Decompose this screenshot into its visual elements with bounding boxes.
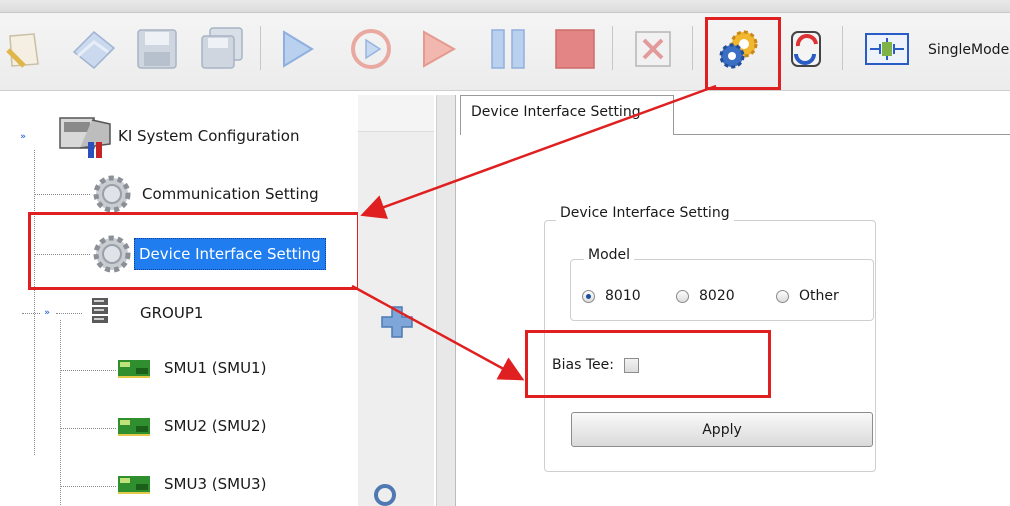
tree-line xyxy=(34,150,35,455)
gear-icon xyxy=(93,175,131,213)
expand-icon[interactable]: » xyxy=(16,130,30,144)
tree-item-smu1[interactable]: SMU1 (SMU1) xyxy=(116,356,266,380)
toolbar: SingleMode xyxy=(0,0,1010,91)
groupbox-title: Device Interface Setting xyxy=(556,205,734,221)
radio-selected-indicator[interactable] xyxy=(582,289,595,303)
tree-item-label: SMU2 (SMU2) xyxy=(164,417,267,435)
toolbar-separator xyxy=(692,26,693,70)
smu-board-icon xyxy=(118,418,150,436)
server-stack-icon xyxy=(92,298,108,323)
save-icon[interactable] xyxy=(132,24,182,74)
smu-board-icon xyxy=(118,360,150,378)
toolbar-separator xyxy=(842,26,843,70)
system-config-icon xyxy=(59,117,111,158)
tree-item-label: Communication Setting xyxy=(142,185,319,203)
radio-label: 8020 xyxy=(699,288,735,304)
apply-button[interactable]: Apply xyxy=(571,412,873,447)
stop-icon[interactable] xyxy=(550,24,600,74)
pause-icon[interactable] xyxy=(484,24,534,74)
single-mode-label[interactable]: SingleMode xyxy=(928,42,1009,58)
tree-line xyxy=(60,428,116,429)
step-icon[interactable] xyxy=(414,24,464,74)
open-icon[interactable] xyxy=(68,24,118,74)
settings-partial-icon[interactable] xyxy=(372,479,398,506)
menu-strip xyxy=(0,0,1010,13)
tree-item-smu3[interactable]: SMU3 (SMU3) xyxy=(116,472,266,496)
radio-label: 8010 xyxy=(605,288,641,304)
radio-label: Other xyxy=(799,288,839,304)
radio-indicator[interactable] xyxy=(676,289,689,303)
add-icon[interactable] xyxy=(380,305,414,339)
radio-model-8020[interactable]: 8020 xyxy=(676,288,735,304)
toolbar-separator xyxy=(260,26,261,70)
tree-line xyxy=(60,320,61,505)
tree-item-group1[interactable]: GROUP1 xyxy=(88,296,203,330)
tree-item-label: SMU3 (SMU3) xyxy=(164,475,267,493)
tree-line xyxy=(60,486,116,487)
clear-icon[interactable] xyxy=(628,24,678,74)
tree-highlight-box xyxy=(28,212,360,290)
strip-header xyxy=(358,95,434,132)
tree-item-communication-setting[interactable]: Communication Setting xyxy=(90,172,319,216)
refresh-icon[interactable] xyxy=(786,24,826,74)
tree-item-label: KI System Configuration xyxy=(118,127,300,145)
tree-item-label: GROUP1 xyxy=(140,304,204,322)
radio-model-8010[interactable]: 8010 xyxy=(582,288,641,304)
tree-item-smu2[interactable]: SMU2 (SMU2) xyxy=(116,414,266,438)
model-groupbox-title: Model xyxy=(584,247,635,263)
save-all-icon[interactable] xyxy=(196,24,246,74)
toolbar-separator xyxy=(612,26,613,70)
smu-board-icon xyxy=(118,476,150,494)
tree-line xyxy=(22,313,40,314)
radio-indicator[interactable] xyxy=(776,289,789,303)
tab-bar-line xyxy=(674,134,1010,135)
tree-item-root[interactable]: KI System Configuration xyxy=(56,112,299,160)
repeat-run-icon[interactable] xyxy=(346,24,396,74)
toolbar-highlight-box xyxy=(705,17,781,90)
tree-item-label: SMU1 (SMU1) xyxy=(164,359,267,377)
panel-splitter[interactable] xyxy=(436,95,456,506)
expand-icon[interactable]: » xyxy=(40,306,54,320)
radio-model-other[interactable]: Other xyxy=(776,288,839,304)
tree-line xyxy=(56,313,82,314)
run-icon[interactable] xyxy=(272,24,322,74)
side-action-strip xyxy=(358,95,434,506)
bias-tee-highlight-box xyxy=(525,330,771,398)
tree-line xyxy=(60,370,116,371)
new-file-icon[interactable] xyxy=(4,24,54,74)
tab-device-interface-setting[interactable]: Device Interface Setting xyxy=(460,95,674,135)
tree-line xyxy=(34,194,90,195)
single-mode-icon[interactable] xyxy=(862,24,912,74)
